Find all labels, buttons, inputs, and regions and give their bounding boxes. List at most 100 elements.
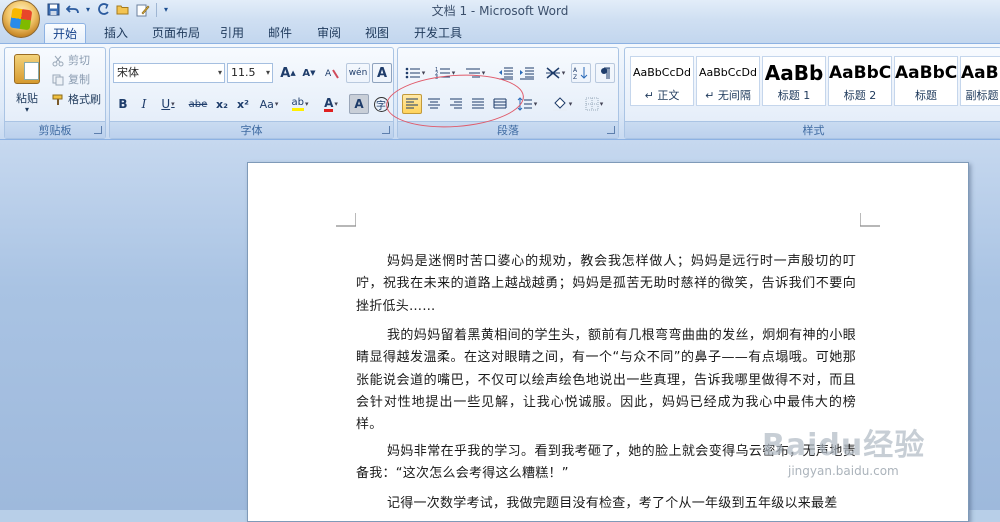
- style-heading-1[interactable]: AaBb 标题 1: [762, 56, 826, 106]
- style-name: ↵ 无间隔: [705, 89, 751, 102]
- tab-page-layout[interactable]: 页面布局: [144, 23, 208, 44]
- paragraph-4[interactable]: 记得一次数学考试，我做完题目没有检查，考了个从一年级到五年级以来最差: [356, 493, 856, 515]
- watermark: Baidu经验 jingyan.baidu.com: [762, 420, 925, 478]
- font-color-dropdown-icon[interactable]: ▾: [334, 100, 338, 108]
- watermark-url: jingyan.baidu.com: [788, 464, 899, 478]
- tab-references[interactable]: 引用: [212, 23, 252, 44]
- style-subtitle[interactable]: AaBl 副标题: [960, 56, 1000, 106]
- phonetic-guide-label: wén: [348, 68, 368, 78]
- strikethrough-label: abe: [188, 98, 208, 110]
- show-marks-icon[interactable]: [595, 63, 615, 83]
- style-name: ↵ 正文: [644, 89, 680, 102]
- bold-label: B: [118, 97, 128, 111]
- clipboard-launcher-icon[interactable]: [94, 126, 102, 134]
- style-heading-2[interactable]: AaBbC 标题 2: [828, 56, 892, 106]
- crop-mark-right: [860, 213, 880, 227]
- style-preview: AaBl: [961, 63, 1000, 83]
- style-name: 标题 1: [777, 89, 811, 102]
- crop-mark-left: [336, 213, 356, 227]
- style-preview: AaBb: [764, 61, 824, 85]
- font-family-value: 宋体: [117, 66, 139, 79]
- ribbon-tabs: 开始 插入 页面布局 引用 邮件 审阅 视图 开发工具: [0, 20, 1000, 44]
- cut-button[interactable]: 剪切: [51, 53, 90, 69]
- highlight-button[interactable]: ab ▾: [285, 94, 315, 114]
- underline-button[interactable]: U ▾: [155, 94, 181, 114]
- style-normal[interactable]: AaBbCcDd ↵ 正文: [630, 56, 694, 106]
- sort-icon[interactable]: AZ: [571, 63, 591, 83]
- copy-icon: [51, 73, 65, 87]
- clipboard-icon: [14, 54, 40, 84]
- paragraph-launcher-icon[interactable]: [607, 126, 615, 134]
- style-name: 标题: [915, 89, 937, 102]
- line-spacing-dropdown-icon[interactable]: ▾: [534, 100, 538, 108]
- tab-insert[interactable]: 插入: [96, 23, 136, 44]
- office-logo-icon: [9, 7, 33, 31]
- bullets-dropdown-icon[interactable]: ▾: [422, 69, 426, 77]
- subscript-button[interactable]: x₂: [212, 94, 232, 114]
- paragraph-1[interactable]: 妈妈是迷惘时苦口婆心的规劝，教会我怎样做人；妈妈是远行时一声殷切的叮咛，祝我在未…: [356, 251, 856, 318]
- format-painter-button[interactable]: 格式刷: [51, 92, 101, 108]
- chinese-layout-button[interactable]: ▾: [542, 63, 568, 83]
- increase-indent-icon[interactable]: [517, 63, 537, 83]
- change-case-button[interactable]: Aa ▾: [255, 94, 283, 114]
- italic-button[interactable]: I: [134, 94, 154, 114]
- character-shading-button[interactable]: A: [349, 94, 369, 114]
- change-case-dropdown-icon[interactable]: ▾: [275, 100, 279, 108]
- font-color-label: A: [324, 95, 334, 112]
- customize-qat-icon[interactable]: ▾: [161, 1, 171, 18]
- undo-icon[interactable]: [64, 1, 82, 18]
- change-case-label: Aa: [259, 97, 274, 111]
- copy-button[interactable]: 复制: [51, 72, 90, 88]
- style-preview: AaBbCcDd: [699, 66, 757, 79]
- office-button[interactable]: [2, 0, 40, 38]
- shading-dropdown-icon[interactable]: ▾: [569, 100, 573, 108]
- style-name: 标题 2: [843, 89, 877, 102]
- borders-button[interactable]: ▾: [579, 94, 609, 114]
- character-border-button[interactable]: A: [372, 63, 392, 83]
- font-family-dropdown-icon[interactable]: ▾: [218, 64, 222, 82]
- font-size-dropdown-icon[interactable]: ▾: [266, 64, 270, 82]
- edit-document-icon[interactable]: [134, 1, 152, 18]
- paste-button[interactable]: 粘贴 ▾: [9, 52, 45, 120]
- font-family-combo[interactable]: 宋体 ▾: [113, 63, 225, 83]
- tab-review[interactable]: 审阅: [309, 23, 349, 44]
- tab-mailings[interactable]: 邮件: [260, 23, 300, 44]
- bold-button[interactable]: B: [113, 94, 133, 114]
- style-no-spacing[interactable]: AaBbCcDd ↵ 无间隔: [696, 56, 760, 106]
- shading-button[interactable]: ▾: [548, 94, 576, 114]
- highlight-dropdown-icon[interactable]: ▾: [305, 100, 309, 108]
- style-title[interactable]: AaBbC 标题: [894, 56, 958, 106]
- clear-format-icon[interactable]: A: [322, 63, 342, 83]
- paint-bucket-icon: [552, 97, 567, 111]
- paste-dropdown-icon[interactable]: ▾: [9, 105, 45, 114]
- underline-dropdown-icon[interactable]: ▾: [171, 100, 175, 108]
- font-group-title: 字体: [110, 121, 393, 138]
- clipboard-group-title: 剪贴板: [5, 121, 105, 138]
- tab-view[interactable]: 视图: [357, 23, 397, 44]
- borders-dropdown-icon[interactable]: ▾: [600, 100, 604, 108]
- tab-home[interactable]: 开始: [44, 23, 87, 44]
- shrink-font-label: A: [302, 67, 311, 79]
- scissors-icon: [51, 54, 65, 68]
- shrink-font-button[interactable]: A ▼: [299, 63, 319, 83]
- superscript-button[interactable]: x²: [233, 94, 253, 114]
- chinese-layout-dropdown-icon[interactable]: ▾: [562, 69, 566, 77]
- save-icon[interactable]: [44, 1, 62, 18]
- styles-group-title: 样式: [625, 121, 1000, 138]
- phonetic-guide-button[interactable]: wén: [346, 63, 370, 83]
- italic-label: I: [141, 97, 147, 111]
- character-shading-label: A: [354, 97, 364, 111]
- format-painter-label: 格式刷: [68, 93, 101, 106]
- font-launcher-icon[interactable]: [382, 126, 390, 134]
- font-size-combo[interactable]: 11.5 ▾: [227, 63, 273, 83]
- grow-font-button[interactable]: A ▲: [278, 63, 298, 83]
- redo-icon[interactable]: [94, 1, 112, 18]
- styles-group: AaBbCcDd ↵ 正文 AaBbCcDd ↵ 无间隔 AaBb 标题 1 A…: [624, 47, 1000, 139]
- strikethrough-button[interactable]: abe: [186, 94, 210, 114]
- tab-developer[interactable]: 开发工具: [406, 23, 470, 44]
- bullets-icon: [405, 67, 420, 79]
- font-color-button[interactable]: A ▾: [317, 94, 345, 114]
- open-folder-icon[interactable]: [114, 1, 132, 18]
- grow-font-label: A: [280, 65, 291, 81]
- undo-dropdown-icon[interactable]: ▾: [84, 1, 92, 18]
